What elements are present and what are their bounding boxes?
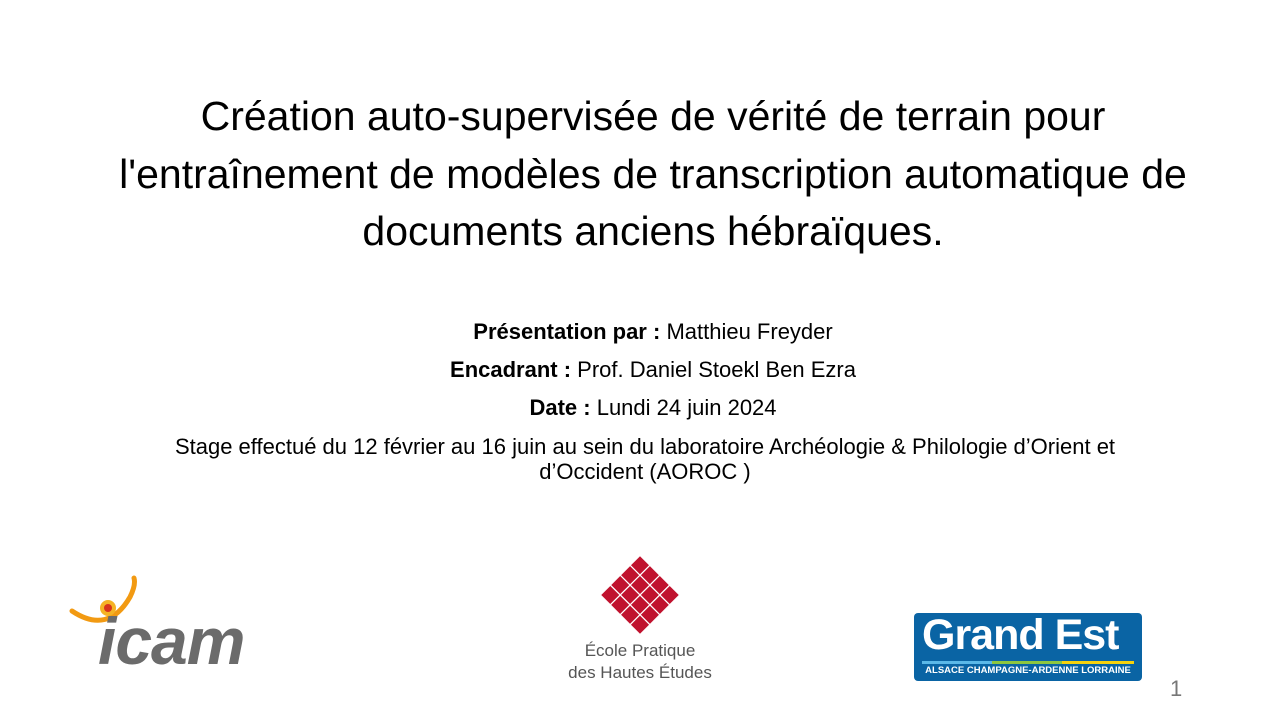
date-label: Date : [529, 395, 591, 420]
ephe-wordmark: École Pratique des Hautes Études [560, 640, 720, 684]
grand-est-subtitle: ALSACE CHAMPAGNE-ARDENNE LORRAINE [925, 665, 1131, 676]
internship-info: Stage effectué du 12 février au 16 juin … [174, 434, 1116, 484]
supervisor-name: Prof. Daniel Stoekl Ben Ezra [577, 357, 856, 382]
icam-logo: icam [68, 575, 258, 678]
presenter-name: Matthieu Freyder [666, 319, 833, 344]
presenter-label: Présentation par : [473, 319, 661, 344]
ephe-line2: des Hautes Études [568, 663, 712, 682]
date-value: Lundi 24 juin 2024 [596, 395, 777, 420]
slide-number: 1 [1170, 676, 1183, 701]
supervisor-label: Encadrant : [450, 357, 572, 382]
grand-est-wordmark: Grand Est [922, 611, 1119, 659]
grand-est-color-bar [922, 661, 1134, 664]
slide-title: Création auto-supervisée de vérité de te… [119, 93, 1187, 254]
icam-wordmark: icam [98, 604, 245, 678]
ephe-diamond-icon [599, 554, 681, 636]
supervisor-line: Encadrant : Prof. Daniel Stoekl Ben Ezra [120, 357, 1186, 383]
ephe-line1: École Pratique [584, 641, 696, 660]
date-line: Date : Lundi 24 juin 2024 [120, 395, 1186, 421]
grand-est-logo: Grand Est ALSACE CHAMPAGNE-ARDENNE LORRA… [914, 611, 1142, 681]
presenter-line: Présentation par : Matthieu Freyder [120, 319, 1186, 345]
ephe-logo: École Pratique des Hautes Études [560, 552, 720, 692]
